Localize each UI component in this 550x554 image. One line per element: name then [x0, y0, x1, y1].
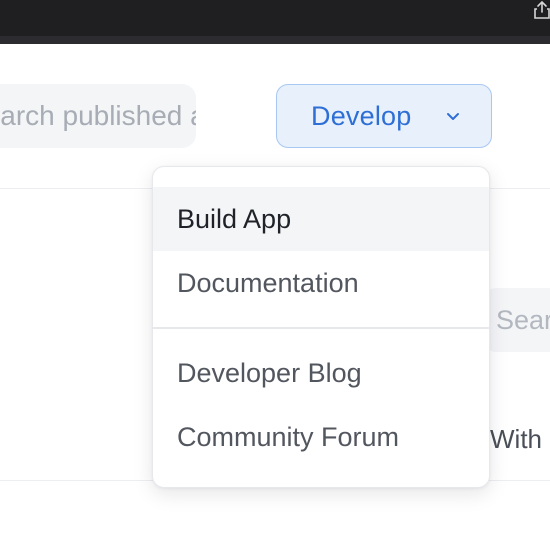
menu-item-community-forum[interactable]: Community Forum [153, 405, 489, 469]
menu-item-build-app[interactable]: Build App [153, 187, 489, 251]
window-chrome [0, 0, 550, 44]
develop-label: Develop [311, 100, 412, 131]
background-search-input[interactable]: Search [486, 288, 550, 352]
menu-item-developer-blog[interactable]: Developer Blog [153, 341, 489, 405]
page: Develop Search With Build App Documentat… [0, 0, 550, 554]
chevron-down-icon [447, 113, 459, 120]
share-icon[interactable] [532, 0, 550, 20]
background-search-placeholder: Search [496, 304, 550, 335]
menu-item-label: Developer Blog [177, 357, 362, 388]
menu-item-label: Documentation [177, 267, 359, 298]
menu-item-label: Community Forum [177, 421, 400, 452]
menu-divider [153, 327, 489, 329]
background-with-text: With [490, 424, 542, 454]
menu-item-label: Build App [177, 203, 292, 234]
develop-button[interactable]: Develop [276, 84, 492, 148]
develop-dropdown-menu: Build App Documentation Developer Blog C… [152, 166, 490, 488]
menu-item-documentation[interactable]: Documentation [153, 251, 489, 315]
search-published-apps-input[interactable] [0, 84, 196, 148]
